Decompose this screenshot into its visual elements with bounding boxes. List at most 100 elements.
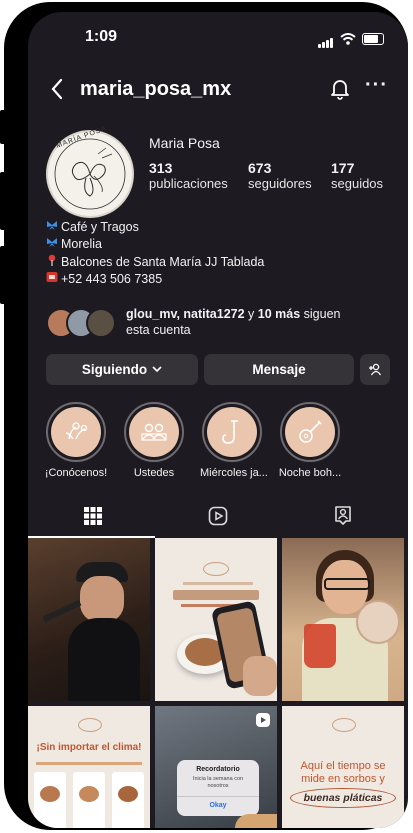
pin-icon [48,254,56,266]
add-person-icon [369,363,382,376]
stat-followers[interactable]: 673 seguidores [248,160,312,191]
more-options-icon[interactable]: ··· [365,74,388,97]
post-tile[interactable]: Aquí el tiempo se mide en sorbos y buena… [282,706,404,828]
highlight-cover [207,407,257,457]
quote-line: Aquí el tiempo se [300,760,386,772]
bio-text: Balcones de Santa María JJ Tablada [61,255,265,269]
phone-icon [46,272,58,282]
side-button [0,246,8,304]
message-button[interactable]: Mensaje [204,354,354,385]
followed-by-text[interactable]: glou_mv, natita1272 y 10 más siguen esta… [126,306,340,338]
glasses [324,578,370,590]
text-line [36,762,142,765]
highlight-item[interactable]: Noche boh... [278,402,342,479]
back-arrow-icon[interactable] [50,78,64,100]
highlight-cover [129,407,179,457]
post-tile[interactable] [155,538,277,701]
post-tile[interactable] [28,538,150,701]
avatar [86,308,116,338]
highlight-ring [124,402,184,462]
singer-face [80,576,124,622]
suggest-people-button[interactable] [360,354,390,385]
highlight-item[interactable]: ¡Conócenos! [44,402,108,479]
app-screen: 1:09 maria_posa_mx ··· MARÍA POSA Maria … [28,12,408,828]
followed-by-suffix: siguen [300,307,341,321]
menu-item-image [79,786,99,802]
following-button[interactable]: Siguiendo [46,354,198,385]
stat-posts-label: publicaciones [149,176,228,191]
brand-logo [332,718,356,732]
stat-following-count: 177 [331,160,355,176]
stat-posts[interactable]: 313 publicaciones [149,160,228,191]
highlight-cover [51,407,101,457]
brand-logo [203,562,229,576]
chevron-down-icon [152,366,162,373]
guitar-icon [299,420,322,443]
following-label: Siguiendo [81,362,148,377]
profile-username: maria_posa_mx [80,78,232,100]
status-icons [318,30,384,48]
stat-posts-count: 313 [149,160,173,176]
followed-by-connector: y [244,307,258,321]
alert-title: Recordatorio [196,766,240,773]
signal-icon [318,30,334,48]
highlight-label: Ustedes [133,467,175,479]
highlight-item[interactable]: Miércoles ja... [200,402,268,479]
hand [235,814,277,828]
profile-name: Maria Posa [149,135,220,151]
bio-line: Morelia [46,237,102,251]
stat-following-label: seguidos [331,176,384,191]
bell-icon[interactable] [330,78,350,100]
followed-by-more: 10 más [257,307,301,321]
alert-button: Okay [209,802,227,809]
butterfly-icon [47,238,57,247]
status-time: 1:09 [85,28,118,45]
highlight-ring [46,402,106,462]
side-button [0,172,8,230]
stat-followers-label: seguidores [248,176,312,191]
bio-line: Balcones de Santa María JJ Tablada [46,254,264,269]
followed-by-avatars[interactable] [46,308,126,340]
bio-text[interactable]: +52 443 506 7385 [61,272,162,286]
highlight-label: Miércoles ja... [200,467,268,479]
post-tile[interactable]: ¡Sin importar el clima! [28,706,150,828]
brand-logo [78,718,102,732]
stat-followers-count: 673 [248,160,272,176]
alert-divider [177,796,259,797]
quote-line: mide en sorbos y [301,773,385,785]
bio-line: Café y Tragos [46,220,139,234]
followed-by-line2: esta cuenta [126,323,191,337]
tagged-icon[interactable] [333,505,353,526]
battery-icon [362,33,384,45]
saxophone-icon [222,420,238,444]
side-button [0,110,8,144]
highlight-item[interactable]: Ustedes [122,402,186,479]
butterfly-icon [47,221,57,230]
menu-item-image [40,786,60,802]
stat-following[interactable]: 177 seguidos [331,160,383,191]
plate [356,600,400,644]
highlight-ring [280,402,340,462]
bio-text: Café y Tragos [61,220,139,234]
highlight-label: Noche boh... [278,467,342,479]
post-headline: ¡Sin importar el clima! [36,742,142,753]
grid-icon[interactable] [84,507,102,525]
alert-body: Inicia la semana con nosotros [192,776,244,789]
bio-text: Morelia [61,237,102,251]
post-tile[interactable] [282,538,404,701]
reels-icon[interactable] [208,506,228,526]
bio-line: +52 443 506 7385 [46,271,162,286]
followed-by-names: glou_mv, natita1272 [126,307,245,321]
people-icon [141,423,167,441]
flowers-icon [65,422,88,440]
text-line [183,582,253,585]
red-drink [304,624,336,668]
post-tile[interactable]: Recordatorio Inicia la semana con nosotr… [155,706,277,828]
message-label: Mensaje [252,362,306,377]
highlight-ring [202,402,262,462]
hand [243,656,277,696]
wifi-icon [340,33,356,45]
menu-item-image [118,786,138,802]
quote-emphasis: buenas pláticas [290,788,396,808]
highlight-label: ¡Conócenos! [44,467,108,479]
